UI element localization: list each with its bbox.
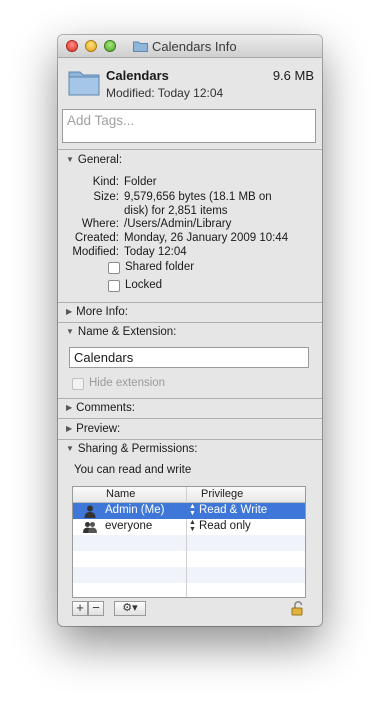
disclosure-triangle-icon[interactable]: ▼: [66, 155, 74, 164]
row-name: everyone: [105, 520, 153, 532]
where-label: Where:: [81, 218, 119, 230]
name-field[interactable]: Calendars: [69, 347, 309, 368]
privilege-popup-icon[interactable]: ▲ ▼: [189, 519, 196, 533]
shared-folder-checkbox[interactable]: [108, 262, 120, 274]
section-name-extension[interactable]: ▼ Name & Extension:: [66, 326, 176, 338]
modified-summary: Modified: Today 12:04: [106, 86, 224, 100]
section-general[interactable]: ▼ General:: [66, 154, 122, 166]
modified-label: Modified:: [72, 246, 119, 258]
folder-icon: [133, 41, 148, 52]
created-label: Created:: [74, 232, 119, 244]
section-more-info[interactable]: ▶ More Info:: [66, 306, 128, 318]
info-window: Calendars Info Calendars 9.6 MB Modified…: [58, 35, 322, 626]
privilege-popup-icon[interactable]: ▲ ▼: [189, 503, 196, 517]
divider: [58, 149, 322, 150]
group-icon: [83, 522, 97, 533]
divider: [58, 418, 322, 419]
user-icon: [84, 505, 96, 518]
lock-icon[interactable]: [290, 600, 306, 616]
disclosure-triangle-icon[interactable]: ▼: [66, 444, 74, 453]
gear-icon[interactable]: ⚙▾: [114, 601, 146, 616]
locked-label: Locked: [125, 279, 163, 291]
where-value: /Users/Admin/Library: [124, 218, 232, 230]
file-size: 9.6 MB: [272, 68, 314, 83]
permission-status: You can read and write: [74, 464, 192, 476]
divider: [58, 398, 322, 399]
folder-icon: [68, 71, 100, 96]
window-title: Calendars Info: [152, 39, 237, 54]
size-label: Size:: [93, 191, 119, 203]
add-user-button[interactable]: +: [72, 601, 88, 616]
permissions-table: Name Privilege Admin (Me) ▲ ▼ Read & Writ…: [72, 486, 306, 598]
divider: [58, 439, 322, 440]
zoom-button[interactable]: [104, 40, 116, 52]
disclosure-triangle-icon[interactable]: ▼: [66, 327, 74, 336]
hide-extension-label: Hide extension: [89, 377, 166, 389]
empty-row: [73, 567, 305, 583]
table-row[interactable]: Admin (Me) ▲ ▼ Read & Write: [73, 503, 305, 519]
shared-folder-label: Shared folder: [125, 261, 195, 273]
section-comments[interactable]: ▶ Comments:: [66, 402, 135, 414]
remove-user-button[interactable]: −: [88, 601, 104, 616]
column-privilege-header[interactable]: Privilege: [201, 488, 243, 500]
title-bar[interactable]: Calendars Info: [58, 35, 322, 58]
created-value: Monday, 26 January 2009 10:44: [124, 232, 289, 244]
tags-field[interactable]: Add Tags...: [62, 109, 316, 143]
row-privilege[interactable]: Read only: [199, 520, 251, 532]
empty-row: [73, 535, 305, 551]
kind-label: Kind:: [92, 176, 119, 188]
section-preview[interactable]: ▶ Preview:: [66, 423, 120, 435]
size-value-line2: disk) for 2,851 items: [124, 205, 228, 217]
table-row[interactable]: everyone ▲ ▼ Read only: [73, 519, 305, 535]
disclosure-triangle-icon[interactable]: ▶: [66, 307, 72, 316]
file-name: Calendars: [106, 68, 169, 83]
kind-value: Folder: [124, 176, 157, 188]
locked-checkbox[interactable]: [108, 280, 120, 292]
row-privilege[interactable]: Read & Write: [199, 504, 267, 516]
disclosure-triangle-icon[interactable]: ▶: [66, 403, 72, 412]
hide-extension-checkbox[interactable]: [72, 378, 84, 390]
divider: [58, 322, 322, 323]
size-value-line1: 9,579,656 bytes (18.1 MB on: [124, 191, 272, 203]
close-button[interactable]: [66, 40, 78, 52]
row-name: Admin (Me): [105, 504, 165, 516]
table-header: Name Privilege: [73, 487, 305, 503]
divider: [58, 302, 322, 303]
minimize-button[interactable]: [85, 40, 97, 52]
modified-value: Today 12:04: [124, 246, 187, 258]
column-name-header[interactable]: Name: [106, 488, 135, 500]
section-sharing-permissions[interactable]: ▼ Sharing & Permissions:: [66, 443, 197, 455]
disclosure-triangle-icon[interactable]: ▶: [66, 424, 72, 433]
